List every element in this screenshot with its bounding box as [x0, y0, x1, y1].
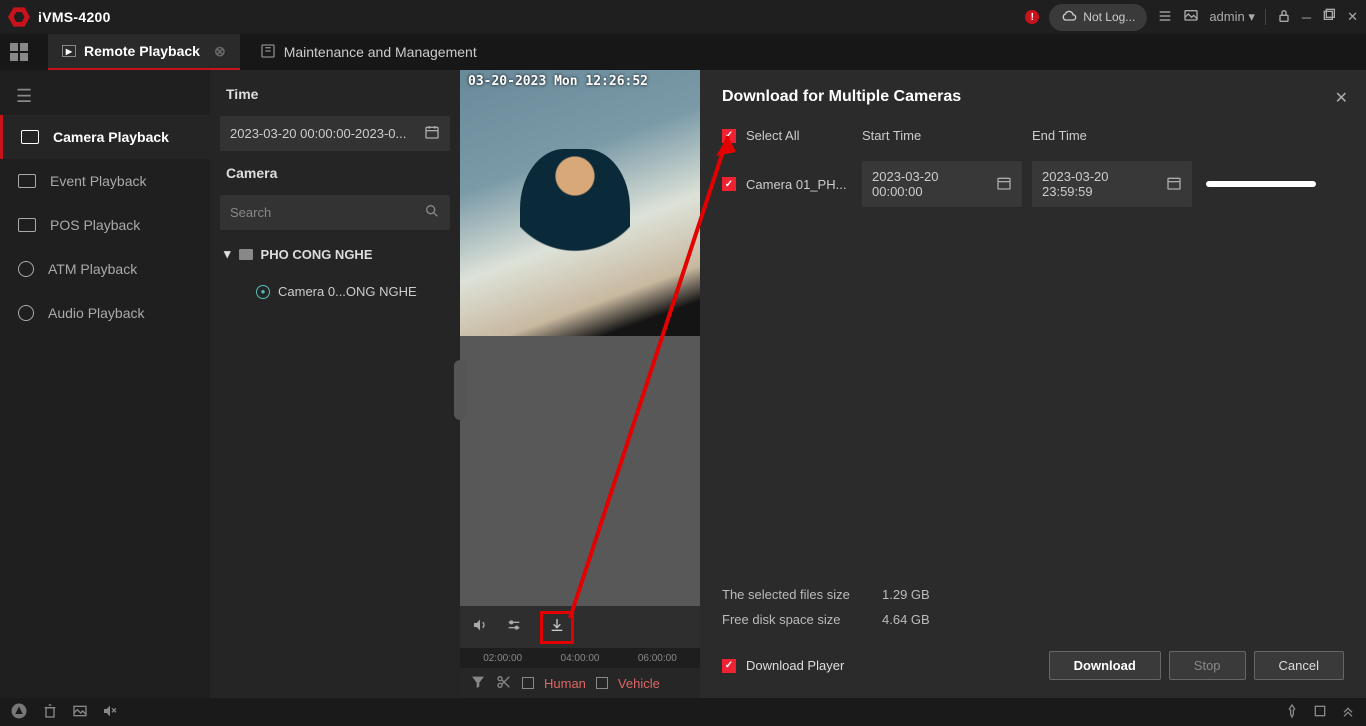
image-icon[interactable] [72, 703, 88, 722]
close-icon[interactable]: ✕ [1335, 88, 1348, 108]
expand-icon[interactable] [1340, 703, 1356, 722]
stop-button[interactable]: Stop [1169, 651, 1246, 680]
tabs-bar: ▶ Remote Playback ⊗ Maintenance and Mana… [0, 34, 1366, 70]
folder-icon [239, 249, 253, 260]
human-label: Human [544, 676, 586, 691]
vehicle-label: Vehicle [618, 676, 660, 691]
video-frame[interactable]: 03-20-2023 Mon 12:26:52 [460, 70, 700, 336]
apps-grid-icon[interactable] [10, 43, 28, 61]
video-toolbar [460, 606, 700, 648]
mute-icon[interactable] [102, 703, 118, 722]
time-range-picker[interactable]: 2023-03-20 00:00:00-2023-0... [220, 116, 450, 151]
list-icon[interactable] [1157, 8, 1173, 27]
download-button[interactable]: Download [1049, 651, 1161, 680]
tree-camera-item[interactable]: ● Camera 0...ONG NGHE [220, 278, 450, 305]
menu-toggle-icon[interactable]: ☰ [0, 78, 210, 115]
tree-panel: Time 2023-03-20 00:00:00-2023-0... Camer… [210, 70, 460, 698]
free-disk-value: 4.64 GB [882, 612, 930, 627]
tab-close-icon[interactable]: ⊗ [214, 43, 226, 60]
filter-row: Human Vehicle [460, 668, 700, 698]
select-all-label: Select All [746, 128, 799, 143]
nav-event-playback[interactable]: Event Playback [0, 159, 210, 203]
volume-icon[interactable] [472, 617, 488, 637]
tab-maintenance[interactable]: Maintenance and Management [246, 34, 491, 70]
sliders-icon[interactable] [506, 617, 522, 637]
video-empty-area [460, 336, 700, 606]
selected-size-label: The selected files size [722, 587, 882, 602]
calendar-icon [1166, 175, 1182, 194]
status-bar [0, 698, 1366, 726]
app-logo [8, 6, 30, 28]
minimize-button[interactable]: ─ [1302, 10, 1311, 25]
alarm-icon[interactable] [10, 702, 28, 723]
close-button[interactable]: ✕ [1347, 9, 1358, 25]
start-time-header: Start Time [862, 128, 1032, 143]
download-panel: Download for Multiple Cameras ✕ ✓ Select… [700, 70, 1366, 698]
pos-icon [18, 218, 36, 232]
select-all-checkbox[interactable]: ✓ [722, 129, 736, 143]
user-menu[interactable]: admin ▾ [1209, 9, 1255, 25]
download-player-checkbox[interactable]: ✓ [722, 659, 736, 673]
chevron-down-icon: ▾ [224, 246, 231, 262]
row-checkbox[interactable]: ✓ [722, 177, 736, 191]
calendar-icon [424, 124, 440, 143]
timeline[interactable]: 02:00:00 04:00:00 06:00:00 [460, 648, 700, 668]
trash-icon[interactable] [42, 703, 58, 722]
nav-audio-playback[interactable]: Audio Playback [0, 291, 210, 335]
download-title: Download for Multiple Cameras [722, 88, 1344, 106]
maximize-button[interactable] [1321, 8, 1337, 27]
time-section-label: Time [220, 82, 450, 106]
row-camera-name: Camera 01_PH... [746, 177, 846, 192]
sidebar-nav: ☰ Camera Playback Event Playback POS Pla… [0, 70, 210, 698]
event-icon [18, 174, 36, 188]
settings-panel-icon [260, 43, 276, 62]
video-content [520, 149, 630, 299]
download-player-label: Download Player [746, 658, 844, 673]
login-status-button[interactable]: Not Log... [1049, 4, 1147, 31]
selected-size-value: 1.29 GB [882, 587, 930, 602]
app-title: iVMS-4200 [38, 9, 111, 25]
cloud-icon [1061, 8, 1077, 27]
nav-atm-playback[interactable]: ATM Playback [0, 247, 210, 291]
start-time-input[interactable]: 2023-03-20 00:00:00 [862, 161, 1022, 207]
audio-icon [18, 305, 34, 321]
camera-search-input[interactable]: Search [220, 195, 450, 230]
alert-icon[interactable]: ! [1025, 10, 1039, 24]
title-bar: iVMS-4200 ! Not Log... admin ▾ ─ ✕ [0, 0, 1366, 34]
end-time-header: End Time [1032, 128, 1202, 143]
tab-remote-playback[interactable]: ▶ Remote Playback ⊗ [48, 34, 240, 70]
play-icon: ▶ [62, 45, 76, 57]
restore-icon[interactable] [1312, 703, 1328, 722]
vehicle-checkbox[interactable] [596, 677, 608, 689]
download-progress [1206, 181, 1316, 187]
video-area: 03-20-2023 Mon 12:26:52 02:00:00 04:00:0… [460, 70, 700, 698]
download-row: ✓ Camera 01_PH... 2023-03-20 00:00:00 20… [722, 161, 1344, 207]
lock-icon[interactable] [1276, 8, 1292, 27]
resize-handle[interactable] [454, 360, 466, 420]
calendar-icon [996, 175, 1012, 194]
atm-icon [18, 261, 34, 277]
camera-status-icon: ● [256, 285, 270, 299]
free-disk-label: Free disk space size [722, 612, 882, 627]
nav-pos-playback[interactable]: POS Playback [0, 203, 210, 247]
scissors-icon[interactable] [496, 674, 512, 693]
nav-camera-playback[interactable]: Camera Playback [0, 115, 210, 159]
funnel-icon[interactable] [470, 674, 486, 693]
tree-folder[interactable]: ▾ PHO CONG NGHE [220, 240, 450, 268]
camera-section-label: Camera [220, 161, 450, 185]
end-time-input[interactable]: 2023-03-20 23:59:59 [1032, 161, 1192, 207]
video-osd-timestamp: 03-20-2023 Mon 12:26:52 [468, 74, 648, 89]
picture-icon[interactable] [1183, 8, 1199, 27]
human-checkbox[interactable] [522, 677, 534, 689]
camera-icon [21, 130, 39, 144]
cancel-button[interactable]: Cancel [1254, 651, 1344, 680]
search-icon [424, 203, 440, 222]
download-button[interactable] [540, 611, 574, 644]
pin-icon[interactable] [1284, 703, 1300, 722]
